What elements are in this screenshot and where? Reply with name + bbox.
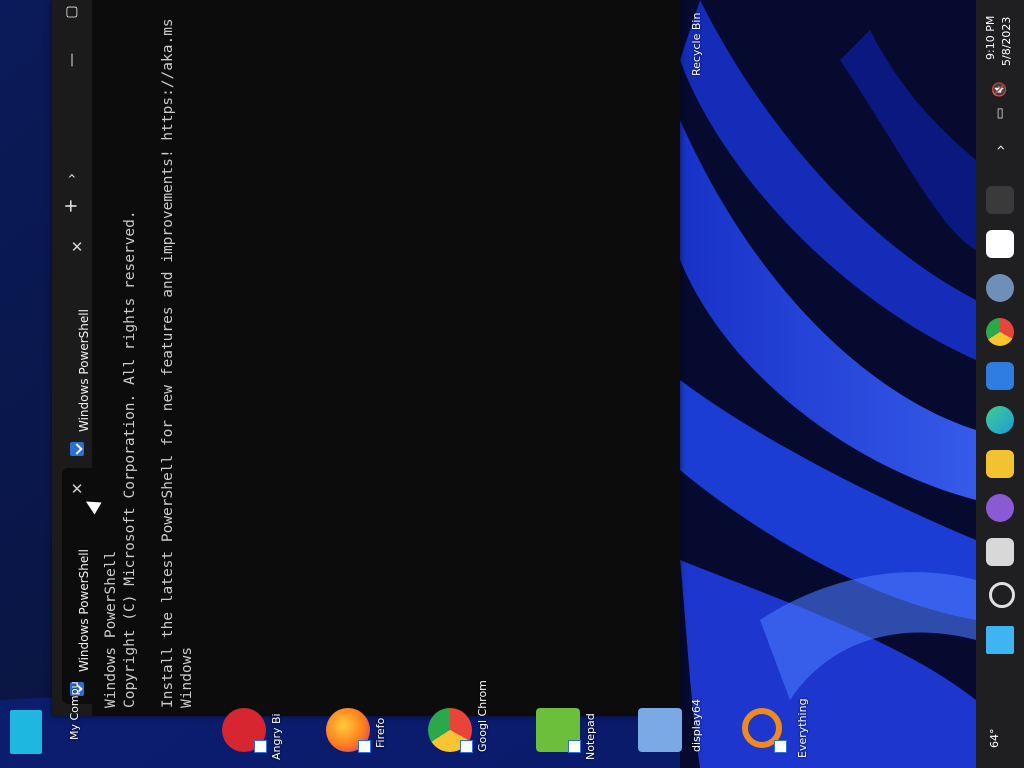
desktop-icon-label: Everything	[796, 698, 809, 758]
copy-app-icon[interactable]	[986, 538, 1014, 566]
terminal-line: Install the latest PowerShell for new fe…	[160, 18, 176, 708]
terminal-line: Windows PowerShell	[103, 550, 119, 708]
tab-title: Windows PowerShell	[77, 549, 91, 672]
tab-title: Windows PowerShell	[77, 309, 91, 432]
terminal-line: Windows	[179, 646, 195, 708]
chrome-app-icon[interactable]	[986, 318, 1014, 346]
terminal-line: Copyright (C) Microsoft Corporation. All…	[122, 210, 138, 708]
terminal-app-icon[interactable]	[986, 186, 1014, 214]
desktop-icon-label: Notepad	[584, 713, 597, 760]
desktop-icon-label: display64	[690, 698, 703, 752]
clock-time[interactable]: 9:10 PM	[984, 16, 997, 60]
show-hidden-icons-icon[interactable]: ›	[988, 138, 1012, 157]
purple-app-icon[interactable]	[986, 494, 1014, 522]
edge-app-icon[interactable]	[986, 406, 1014, 434]
desktop-icon-label: Angry Bi	[270, 713, 283, 760]
minimize-button[interactable]: —	[52, 42, 92, 78]
desktop-icon-label: My Compu	[68, 681, 81, 740]
file-explorer-app-icon[interactable]	[986, 450, 1014, 478]
new-tab-button[interactable]: +	[52, 188, 92, 224]
7zip-app-icon[interactable]	[986, 230, 1014, 258]
tab-windows-powershell-2[interactable]: ✕ Windows PowerShell	[62, 230, 92, 464]
taskbar[interactable]: 9:10 PM 5/8/2023 🔇 ▭ › 64°	[976, 0, 1024, 768]
start-windows-icon[interactable]	[986, 626, 1014, 654]
settings-app-icon[interactable]	[986, 274, 1014, 302]
desktop-icon-label: Firefo	[374, 717, 387, 748]
store-app-icon[interactable]	[986, 362, 1014, 390]
volume-icon[interactable]: 🔇	[988, 81, 1012, 97]
terminal-window[interactable]: ▢ — › + ✕ Windows PowerShell ✕ Windows P…	[52, 0, 680, 716]
desktop-icon-label: Googl Chrom	[476, 680, 489, 752]
close-tab-icon[interactable]: ✕	[68, 238, 86, 256]
terminal-titlebar[interactable]: ▢ — › + ✕ Windows PowerShell ✕ Windows P…	[52, 0, 92, 716]
close-tab-icon[interactable]: ✕	[68, 480, 86, 498]
recycle-bin-label[interactable]: Recycle Bin	[690, 13, 703, 76]
maximize-button[interactable]: ▢	[52, 0, 92, 30]
powershell-icon	[70, 442, 84, 456]
network-icon[interactable]: ▭	[988, 106, 1012, 121]
clock-date[interactable]: 5/8/2023	[1000, 17, 1013, 66]
weather-temperature[interactable]: 64°	[988, 729, 1001, 749]
search-icon[interactable]	[989, 582, 1015, 608]
